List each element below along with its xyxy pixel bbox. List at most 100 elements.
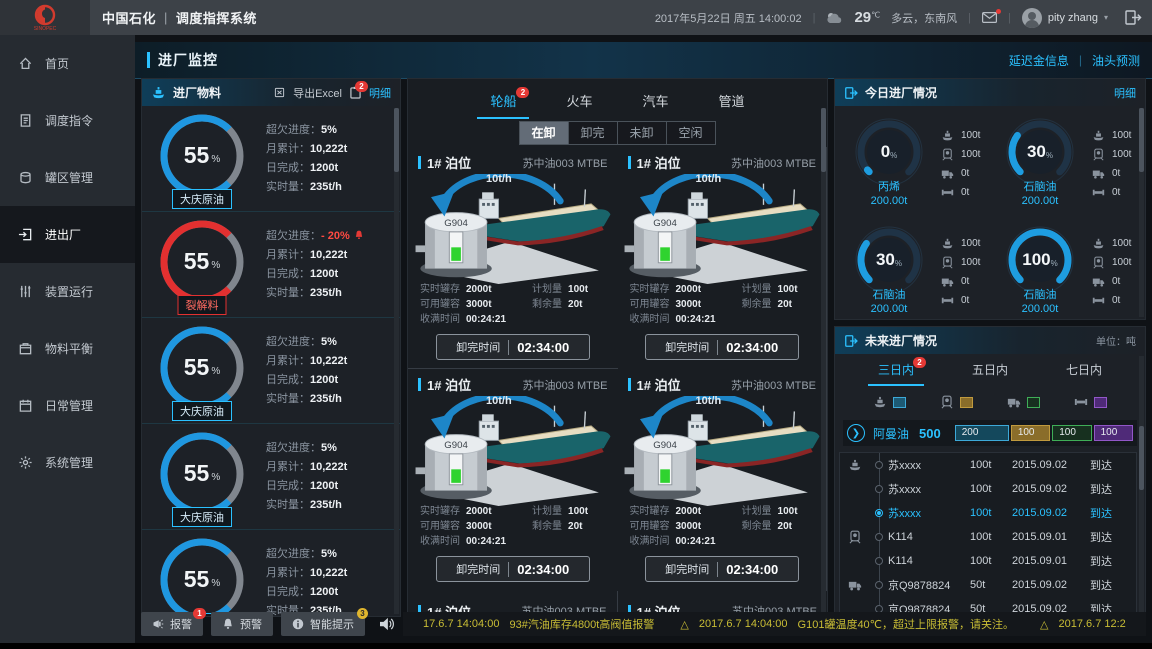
arrival-date: 2015.09.01 — [1012, 531, 1090, 543]
enter-factory-icon — [844, 86, 858, 100]
berth-stats: 实时罐存2000t 可用罐容3000t 收满时间00:24:21 计划量100t… — [618, 282, 827, 327]
today-gauge-label: 丙烯 200.00t — [845, 180, 933, 208]
material-name-badge: 大庆原油 — [172, 401, 232, 421]
megaphone-icon — [152, 618, 164, 630]
arrival-row[interactable]: 苏xxxx 100t 2015.09.02 到达 — [840, 453, 1136, 477]
tank-icon — [18, 170, 33, 185]
material-name-badge: 裂解料 — [178, 295, 227, 315]
truck-icon — [1092, 275, 1105, 288]
materials-panel-header: 进厂物料 导出Excel 2 明细 — [142, 79, 400, 106]
berth-scrollbar-thumb[interactable] — [821, 108, 826, 172]
alarm-button[interactable]: 报警 1 — [141, 612, 203, 636]
unload-state-tab[interactable]: 空闲 — [666, 121, 716, 145]
user-menu[interactable]: pity zhang ▾ — [1022, 8, 1108, 28]
unload-state-tab[interactable]: 卸完 — [568, 121, 618, 145]
berth-card: 1# 泊位 苏中油003 MTBE 10t/h — [618, 147, 828, 369]
vehicle-id: K114 — [888, 555, 970, 567]
progress-value: 5% — [321, 124, 337, 136]
arrival-row[interactable]: 苏xxxx 100t 2015.09.02 到达 — [840, 501, 1136, 525]
sidebar-item[interactable]: 调度指令 — [0, 92, 135, 149]
unload-finish-time-button[interactable]: 卸完时间 02:34:00 — [645, 334, 799, 360]
warning-button[interactable]: 预警 — [211, 612, 273, 636]
berth-scrollbar — [821, 108, 826, 614]
top-header-bar: SINOPEC 中国石化 | 调度指挥系统 2017年5月22日 周五 14:0… — [0, 0, 1152, 35]
sidebar-item[interactable]: 装置运行 — [0, 263, 135, 320]
row-transport-icon — [840, 458, 870, 472]
app-title: 中国石化 | 调度指挥系统 — [102, 8, 257, 27]
transport-tab[interactable]: 火车 — [566, 91, 592, 119]
future-range-tab[interactable]: 三日内 2 — [878, 361, 914, 386]
arrival-date: 2015.09.02 — [1012, 507, 1090, 519]
bar-segment: 100 — [1094, 425, 1133, 441]
today-detail-link[interactable]: 明细 — [1114, 85, 1136, 101]
today-arrivals-panel: 今日进厂情况 明细 — [834, 78, 1146, 320]
sidebar-item[interactable]: 进出厂 — [0, 206, 135, 263]
material-row[interactable]: 55 % 大庆原油 超欠进度：5% 月累计：10,222t 日完成：1200t … — [142, 318, 400, 424]
arrival-date: 2015.09.01 — [1012, 555, 1090, 567]
arrival-row[interactable]: K114 100t 2015.09.01 到达 — [840, 525, 1136, 549]
transport-tab[interactable]: 汽车 — [643, 91, 669, 119]
sidebar-item[interactable]: 首页 — [0, 35, 135, 92]
material-row[interactable]: 55 % 大庆原油 超欠进度：5% 月累计：10,222t 日完成：1200t … — [142, 424, 400, 530]
berth-monitor-panel: 轮船 2 火车 汽车 — [407, 78, 828, 617]
vehicle-id: 苏xxxx — [888, 457, 970, 473]
today-gauge-percent: 30 — [876, 250, 895, 270]
material-row[interactable]: 55 % 大庆原油 超欠进度：5% 月累计：10,222t 日完成：1200t … — [142, 106, 400, 212]
material-row[interactable]: 55 % 裂解料 超欠进度：- 20% 月累计：10,222t 日完成：1200… — [142, 212, 400, 318]
report-badge: 2 — [355, 81, 368, 92]
materials-detail-link[interactable]: 明细 — [369, 85, 391, 101]
unload-state-tab[interactable]: 未卸 — [617, 121, 667, 145]
arrival-row[interactable]: 苏xxxx 100t 2015.09.02 到达 — [840, 477, 1136, 501]
ticker-item: 17.6.7 14:04:00 93#汽油库存4800t高阀值报警 — [413, 616, 654, 632]
material-stats: 超欠进度：5% 月累计：10,222t 日完成：1200t 实时量：235t/h — [266, 545, 347, 618]
sidebar-item[interactable]: 系统管理 — [0, 434, 135, 491]
arrival-row[interactable]: K114 100t 2015.09.01 到达 — [840, 549, 1136, 573]
legend-item — [1007, 395, 1040, 409]
future-range-tab[interactable]: 五日内 — [972, 361, 1008, 386]
speaker-icon[interactable] — [379, 617, 395, 631]
mail-icon[interactable] — [982, 12, 997, 23]
unload-state-tab[interactable]: 在卸 — [519, 121, 569, 145]
material-gauge: 55 % 大庆原油 — [152, 427, 252, 527]
future-scrollbar — [1139, 356, 1144, 614]
tank-level-indicator — [660, 247, 670, 261]
report-icon[interactable]: 2 — [350, 86, 361, 99]
today-scrollbar-thumb[interactable] — [1139, 108, 1144, 172]
transport-tab[interactable]: 管道 — [719, 91, 745, 119]
unload-finish-time-button[interactable]: 卸完时间 02:34:00 — [436, 334, 590, 360]
arrival-row[interactable]: 京Q9878824 50t 2015.09.02 到达 — [840, 573, 1136, 597]
truck-icon — [941, 167, 954, 180]
expand-icon[interactable]: ❯ — [847, 424, 865, 442]
materials-scrollbar-thumb[interactable] — [394, 108, 399, 172]
material-summary-row: ❯ 阿曼油 500 200 100 100 100 — [843, 420, 1137, 446]
sidebar-item[interactable]: 物料平衡 — [0, 320, 135, 377]
tank-level-indicator — [660, 469, 670, 483]
bell-icon — [222, 618, 234, 630]
transport-tab[interactable]: 轮船 2 — [490, 91, 516, 119]
quantity: 100t — [970, 459, 1012, 471]
vehicle-id: 苏xxxx — [888, 481, 970, 497]
row-transport-icon — [840, 530, 870, 544]
material-stats: 超欠进度：5% 月累计：10,222t 日完成：1200t 实时量：235t/h — [266, 439, 347, 515]
incoming-materials-panel: 进厂物料 导出Excel 2 明细 — [141, 78, 401, 617]
delay-fee-link[interactable]: 延迟金信息 — [1009, 52, 1069, 69]
legend-transport-icon — [1007, 395, 1021, 409]
train-icon — [941, 256, 954, 269]
unload-finish-time-button[interactable]: 卸完时间 02:34:00 — [436, 556, 590, 582]
logout-icon[interactable] — [1125, 10, 1142, 25]
pipeline-icon — [941, 294, 954, 307]
oil-head-forecast-link[interactable]: 油头预测 — [1092, 52, 1140, 69]
future-range-tab[interactable]: 七日内 — [1066, 361, 1102, 386]
materials-panel-title: 进厂物料 — [173, 84, 221, 101]
material-gauge: 55 % 大庆原油 — [152, 109, 252, 209]
unload-finish-time-button[interactable]: 卸完时间 02:34:00 — [645, 556, 799, 582]
material-row[interactable]: 55 % 大庆原油 超欠进度：5% 月累计：10,222t 日完成：1200t … — [142, 530, 400, 617]
future-scrollbar-thumb[interactable] — [1139, 426, 1144, 490]
sidebar-item[interactable]: 罐区管理 — [0, 149, 135, 206]
tank-label: G904 — [444, 440, 468, 451]
gauge-percent: 55 — [184, 248, 210, 275]
smart-tips-button[interactable]: 智能提示 3 — [281, 612, 365, 636]
sidebar-item[interactable]: 日常管理 — [0, 377, 135, 434]
export-excel-button[interactable]: 导出Excel — [293, 85, 342, 101]
enter-factory-icon — [844, 334, 858, 348]
